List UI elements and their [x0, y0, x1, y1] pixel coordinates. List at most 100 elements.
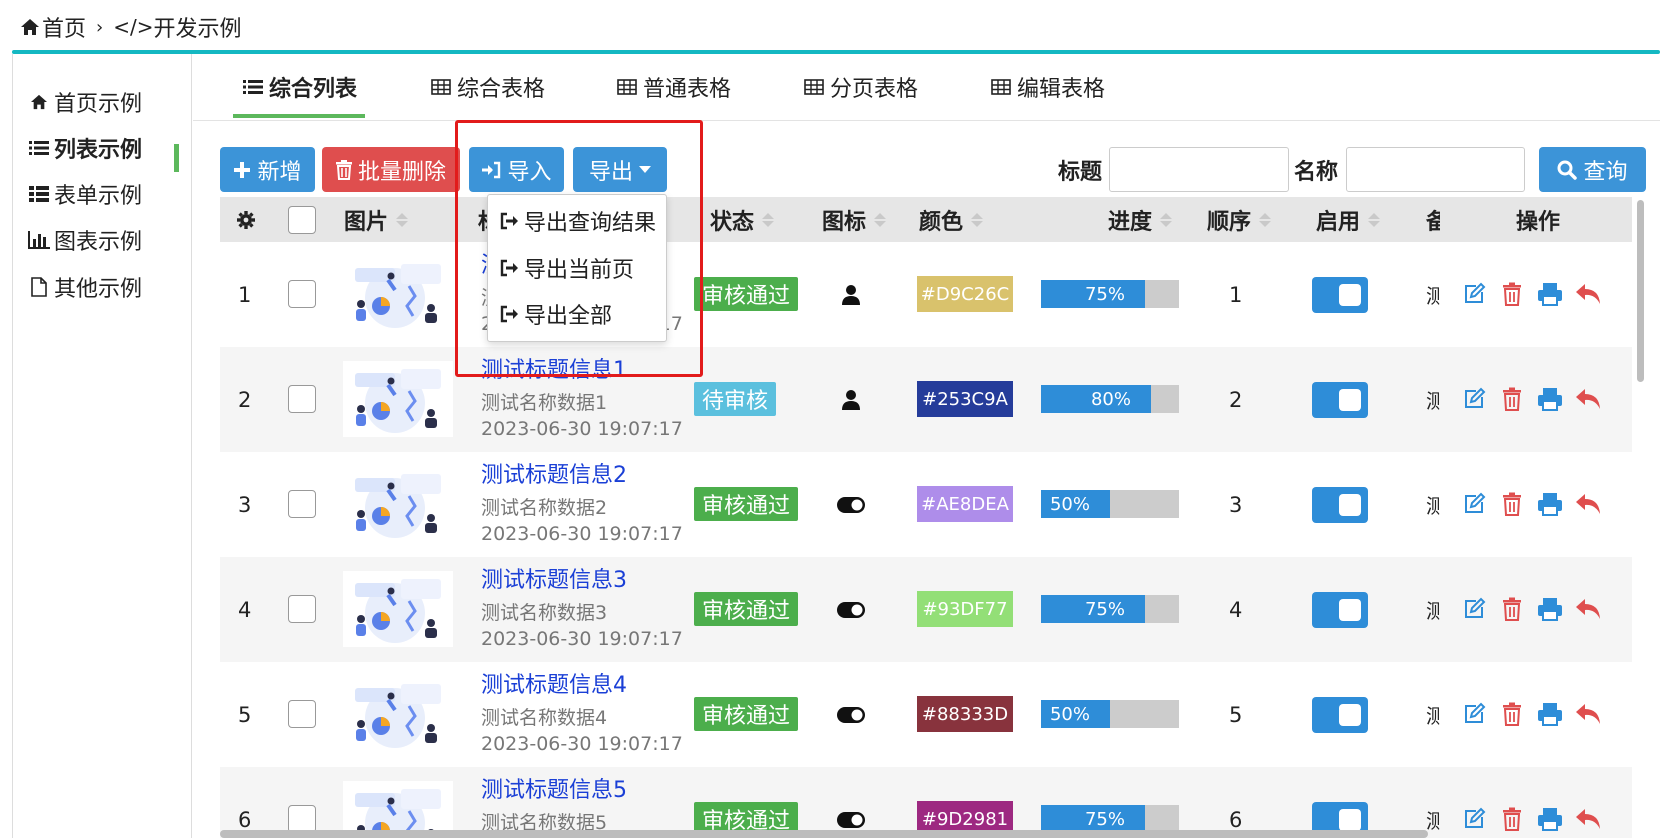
row-thumbnail-image[interactable]: [343, 256, 453, 332]
export-button[interactable]: 导出: [573, 147, 667, 192]
row-title-link[interactable]: 测试标题信息5: [481, 772, 627, 804]
print-icon[interactable]: [1536, 805, 1564, 833]
row-remark: 测试: [1426, 704, 1440, 728]
trash-icon[interactable]: [1498, 280, 1526, 308]
row-progress-cell: 80%: [1041, 385, 1179, 413]
sidebar-item-list[interactable]: 列表示例: [28, 131, 142, 165]
row-title-link[interactable]: 测试标题信息4: [481, 667, 627, 699]
table-icon: [617, 79, 637, 95]
header-status[interactable]: 状态: [710, 197, 775, 242]
edit-icon[interactable]: [1460, 805, 1488, 833]
edit-icon[interactable]: [1460, 490, 1488, 518]
table-row[interactable]: 3 测试标题信息2 测试名称数据2 2023-06-30 19:07:17 审核…: [220, 452, 1632, 557]
row-title-link[interactable]: 测试标题信息1: [481, 352, 627, 384]
enabled-toggle[interactable]: [1312, 382, 1368, 418]
row-checkbox[interactable]: [288, 280, 316, 308]
search-title-input[interactable]: [1109, 147, 1289, 192]
table-row[interactable]: 2 测试标题信息1 测试名称数据1 2023-06-30 19:07:17 待审…: [220, 347, 1632, 452]
row-checkbox[interactable]: [288, 490, 316, 518]
header-image[interactable]: 图片: [344, 197, 409, 242]
column-settings-button[interactable]: [236, 197, 256, 242]
print-icon[interactable]: [1536, 700, 1564, 728]
print-icon[interactable]: [1536, 595, 1564, 623]
trash-icon[interactable]: [1498, 595, 1526, 623]
header-color[interactable]: 颜色: [919, 197, 984, 242]
query-button[interactable]: 查询: [1539, 147, 1646, 192]
export-query-results-item[interactable]: 导出查询结果: [500, 203, 656, 239]
sidebar-item-form[interactable]: 表单示例: [28, 177, 142, 211]
trash-icon[interactable]: [1498, 490, 1526, 518]
table-row[interactable]: 6 测试标题信息5 测试名称数据5 2023-06-30 19:07:17 审核…: [220, 767, 1632, 838]
edit-icon[interactable]: [1460, 595, 1488, 623]
header-enabled[interactable]: 启用: [1316, 197, 1381, 242]
select-all-checkbox[interactable]: [288, 205, 316, 234]
sidebar-item-other[interactable]: 其他示例: [28, 270, 142, 304]
export-current-page-item[interactable]: 导出当前页: [500, 250, 634, 286]
row-title-link[interactable]: 测试标题信息2: [481, 457, 627, 489]
enabled-toggle[interactable]: [1312, 487, 1368, 523]
enabled-toggle[interactable]: [1312, 697, 1368, 733]
print-icon[interactable]: [1536, 280, 1564, 308]
import-button[interactable]: 导入: [469, 147, 564, 192]
tab-normal-table[interactable]: 普通表格: [617, 68, 731, 106]
trash-icon[interactable]: [1498, 700, 1526, 728]
row-checkbox[interactable]: [288, 700, 316, 728]
row-order: 4: [1229, 597, 1243, 622]
export-all-item[interactable]: 导出全部: [500, 296, 612, 332]
enabled-toggle[interactable]: [1312, 277, 1368, 313]
edit-icon[interactable]: [1460, 385, 1488, 413]
progress-bar: 50%: [1041, 490, 1179, 518]
table-row[interactable]: 4 测试标题信息3 测试名称数据3 2023-06-30 19:07:17 审核…: [220, 557, 1632, 662]
reply-icon[interactable]: [1574, 280, 1602, 308]
table-row[interactable]: 5 测试标题信息4 测试名称数据4 2023-06-30 19:07:17 审核…: [220, 662, 1632, 767]
list-icon: [28, 137, 50, 159]
user-icon: [831, 280, 871, 310]
edit-icon[interactable]: [1460, 280, 1488, 308]
header-order[interactable]: 顺序: [1207, 197, 1272, 242]
caret-down-icon: [639, 165, 651, 174]
tab-edit-table[interactable]: 编辑表格: [991, 68, 1105, 106]
row-thumbnail-image[interactable]: [343, 466, 453, 542]
row-progress-cell: 75%: [1041, 805, 1179, 833]
header-progress[interactable]: 进度: [1108, 197, 1173, 242]
row-checkbox[interactable]: [288, 805, 316, 833]
tab-composite-list[interactable]: 综合列表: [243, 68, 357, 106]
tab-composite-table[interactable]: 综合表格: [431, 68, 545, 106]
reply-icon[interactable]: [1574, 595, 1602, 623]
sidebar-item-chart[interactable]: 图表示例: [28, 223, 142, 257]
enabled-toggle[interactable]: [1312, 592, 1368, 628]
th-list-icon: [28, 183, 50, 205]
toggle-knob: [1339, 704, 1361, 726]
search-name-label: 名称: [1294, 160, 1339, 185]
row-thumbnail-image[interactable]: [343, 676, 453, 752]
print-icon[interactable]: [1536, 490, 1564, 518]
reply-icon[interactable]: [1574, 805, 1602, 833]
row-thumbnail-image[interactable]: [343, 571, 453, 647]
row-title-link[interactable]: 测试标题信息3: [481, 562, 627, 594]
search-name-input[interactable]: [1346, 147, 1525, 192]
home-icon[interactable]: [20, 18, 40, 36]
sidebar-item-home[interactable]: 首页示例: [28, 85, 142, 119]
sort-icon: [1160, 212, 1173, 227]
trash-icon[interactable]: [1498, 385, 1526, 413]
edit-icon[interactable]: [1460, 700, 1488, 728]
print-icon[interactable]: [1536, 385, 1564, 413]
tab-paged-table[interactable]: 分页表格: [804, 68, 918, 106]
reply-icon[interactable]: [1574, 490, 1602, 518]
trash-icon[interactable]: [1498, 805, 1526, 833]
vertical-scrollbar[interactable]: [1637, 200, 1644, 382]
status-badge: 审核通过: [694, 277, 799, 311]
horizontal-scrollbar[interactable]: [220, 830, 1428, 838]
breadcrumb-home[interactable]: 首页: [42, 11, 86, 43]
table-row[interactable]: 1 测试标题信息0 测试名称数据0 2023-06-30 19:07:17 审核…: [220, 242, 1632, 347]
add-button[interactable]: 新增: [220, 147, 315, 192]
reply-icon[interactable]: [1574, 385, 1602, 413]
header-icon[interactable]: 图标: [822, 197, 887, 242]
header-remark[interactable]: 备注: [1426, 197, 1440, 242]
row-thumbnail-image[interactable]: [343, 361, 453, 437]
toggle-knob: [1339, 809, 1361, 831]
batch-delete-button[interactable]: 批量删除: [322, 147, 460, 192]
row-checkbox[interactable]: [288, 385, 316, 413]
row-checkbox[interactable]: [288, 595, 316, 623]
reply-icon[interactable]: [1574, 700, 1602, 728]
